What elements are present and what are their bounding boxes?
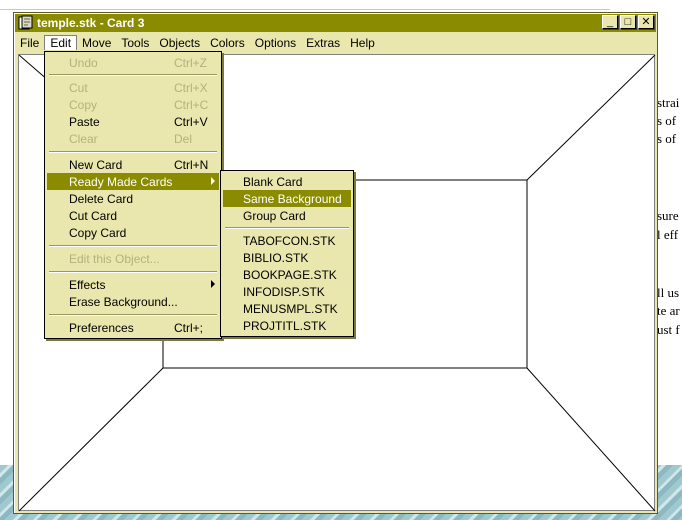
menu-item-paste[interactable]: Paste Ctrl+V bbox=[47, 113, 219, 130]
close-icon: ✕ bbox=[641, 15, 651, 28]
submenu-item-same-background[interactable]: Same Background bbox=[223, 190, 351, 207]
menu-item-undo[interactable]: Undo Ctrl+Z bbox=[47, 54, 219, 71]
close-button[interactable]: ✕ bbox=[638, 15, 654, 29]
perspective-line bbox=[19, 367, 164, 512]
bg-text-fragment: l eff bbox=[657, 227, 679, 242]
menu-separator bbox=[49, 74, 217, 76]
edit-menu-dropdown: Undo Ctrl+Z Cut Ctrl+X Copy Ctrl+C Paste… bbox=[44, 51, 222, 339]
submenu-item-file[interactable]: PROJTITL.STK bbox=[223, 317, 351, 334]
menu-separator bbox=[225, 227, 349, 229]
background-rule bbox=[0, 0, 610, 10]
menu-separator bbox=[49, 151, 217, 153]
minimize-icon: _ bbox=[606, 15, 614, 28]
bg-text-fragment: sure bbox=[657, 208, 679, 223]
menu-objects[interactable]: Objects bbox=[154, 36, 205, 50]
menu-item-delete-card[interactable]: Delete Card bbox=[47, 190, 219, 207]
bg-text-fragment: strai bbox=[657, 95, 680, 110]
perspective-line bbox=[526, 367, 656, 512]
submenu-item-blank-card[interactable]: Blank Card bbox=[223, 173, 351, 190]
app-icon[interactable] bbox=[18, 15, 34, 31]
menu-item-preferences[interactable]: Preferences Ctrl+; bbox=[47, 319, 219, 336]
menu-item-cut[interactable]: Cut Ctrl+X bbox=[47, 79, 219, 96]
submenu-item-file[interactable]: BOOKPAGE.STK bbox=[223, 266, 351, 283]
menu-tools[interactable]: Tools bbox=[116, 36, 154, 50]
menu-move[interactable]: Move bbox=[77, 36, 116, 50]
ready-made-cards-submenu: Blank Card Same Background Group Card TA… bbox=[220, 170, 354, 337]
menu-item-edit-object[interactable]: Edit this Object... bbox=[47, 250, 219, 267]
submenu-arrow-icon bbox=[211, 177, 215, 185]
menu-colors[interactable]: Colors bbox=[205, 36, 250, 50]
menu-separator bbox=[49, 271, 217, 273]
menu-item-cut-card[interactable]: Cut Card bbox=[47, 207, 219, 224]
menu-extras[interactable]: Extras bbox=[301, 36, 345, 50]
submenu-item-file[interactable]: INFODISP.STK bbox=[223, 283, 351, 300]
bg-text-fragment: ust f bbox=[657, 322, 680, 337]
window-title: temple.stk - Card 3 bbox=[37, 16, 145, 30]
bg-text-fragment: ll us bbox=[657, 285, 680, 300]
menu-options[interactable]: Options bbox=[250, 36, 301, 50]
bg-text-fragment: te ar bbox=[657, 303, 680, 318]
menu-item-new-card[interactable]: New Card Ctrl+N bbox=[47, 156, 219, 173]
submenu-item-file[interactable]: MENUSMPL.STK bbox=[223, 300, 351, 317]
menu-item-copy[interactable]: Copy Ctrl+C bbox=[47, 96, 219, 113]
menu-item-ready-made-cards[interactable]: Ready Made Cards bbox=[47, 173, 219, 190]
submenu-arrow-icon bbox=[211, 280, 215, 288]
menu-separator bbox=[49, 245, 217, 247]
bg-text-fragment: s of bbox=[657, 131, 677, 146]
menu-separator bbox=[49, 314, 217, 316]
menu-item-erase-background[interactable]: Erase Background... bbox=[47, 293, 219, 310]
bg-text-fragment: s of bbox=[657, 113, 677, 128]
submenu-item-file[interactable]: BIBLIO.STK bbox=[223, 249, 351, 266]
submenu-item-file[interactable]: TABOFCON.STK bbox=[223, 232, 351, 249]
menu-item-copy-card[interactable]: Copy Card bbox=[47, 224, 219, 241]
title-bar[interactable]: temple.stk - Card 3 _ □ ✕ bbox=[15, 14, 656, 32]
minimize-button[interactable]: _ bbox=[602, 15, 618, 29]
perspective-line bbox=[526, 55, 656, 181]
maximize-button[interactable]: □ bbox=[620, 15, 636, 29]
menu-edit[interactable]: Edit bbox=[44, 35, 78, 50]
menu-bar: File Edit Move Tools Objects Colors Opti… bbox=[15, 33, 656, 52]
menu-item-effects[interactable]: Effects bbox=[47, 276, 219, 293]
submenu-item-group-card[interactable]: Group Card bbox=[223, 207, 351, 224]
maximize-icon: □ bbox=[624, 15, 632, 28]
menu-item-clear[interactable]: Clear Del bbox=[47, 130, 219, 147]
menu-help[interactable]: Help bbox=[345, 36, 380, 50]
menu-file[interactable]: File bbox=[15, 36, 44, 50]
